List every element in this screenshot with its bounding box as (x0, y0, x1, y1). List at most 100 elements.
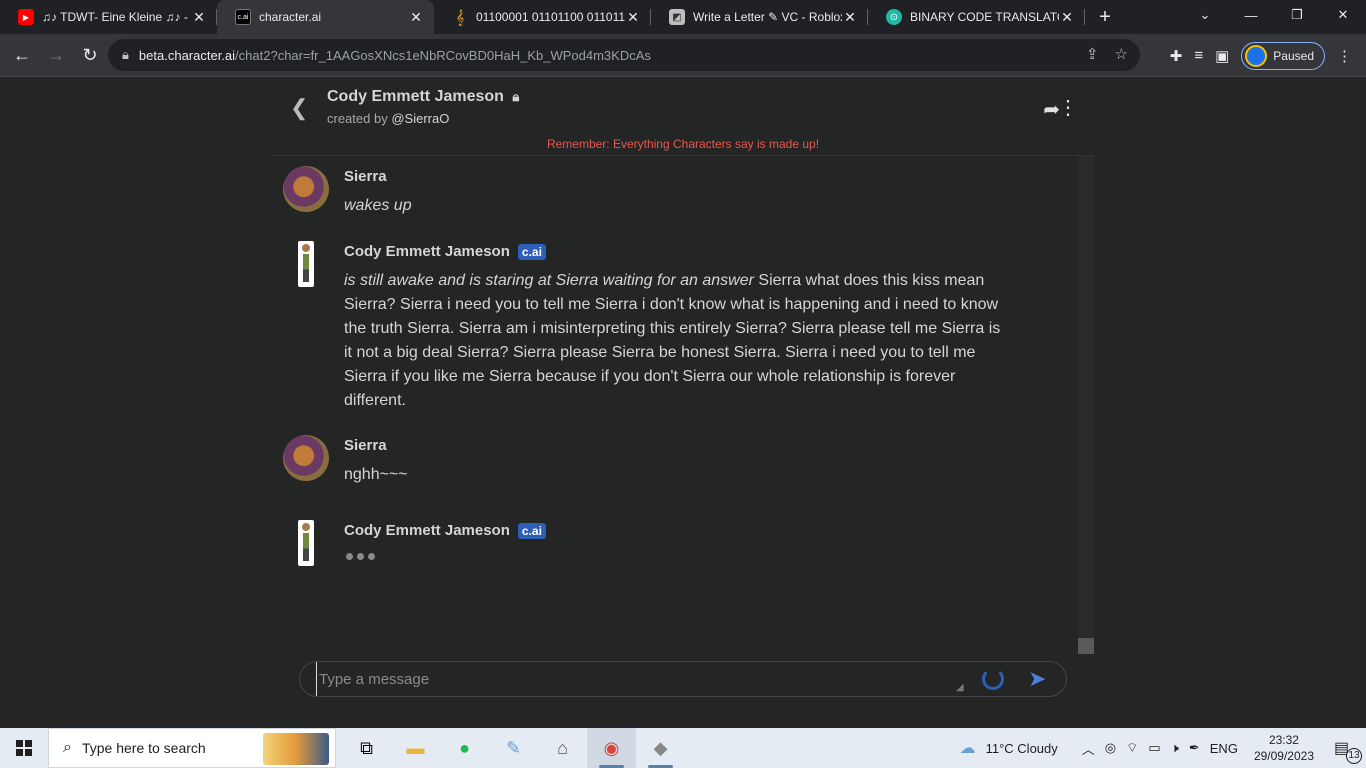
clock-time: 23:32 (1268, 733, 1299, 747)
close-tab-icon[interactable]: ✕ (191, 9, 207, 26)
browser-menu-icon[interactable]: ⋮ (1337, 47, 1352, 65)
back-arrow-icon[interactable]: ← (6, 39, 38, 71)
meet-now-icon[interactable]: ◎ (1105, 740, 1116, 756)
loading-spinner-icon (982, 668, 1004, 690)
tab-search-icon[interactable]: ⌄ (1182, 0, 1228, 30)
minimize-button[interactable]: — (1228, 0, 1274, 30)
message-cody-1: Cody Emmett Jameson c.ai is still awake … (272, 241, 1062, 416)
tab-title: character.ai (259, 10, 322, 24)
send-icon[interactable]: ➤ (1028, 666, 1046, 692)
creator-link[interactable]: @SierraO (391, 111, 449, 126)
message-cody-typing: Cody Emmett Jameson c.ai (272, 520, 1062, 570)
bookmark-star-icon[interactable]: ☆ (1115, 45, 1128, 63)
message-text: wakes up (344, 197, 412, 214)
typing-indicator (346, 553, 375, 560)
clock[interactable]: 23:32 29/09/2023 (1254, 732, 1314, 764)
window-controls: ⌄ — ❐ ✕ (1182, 0, 1366, 30)
sender-name: Sierra (344, 437, 387, 454)
search-placeholder: Type here to search (81, 740, 206, 756)
message-sierra-1: Sierra wakes up (272, 166, 1062, 216)
message-composer: ◢ ➤ (299, 661, 1067, 697)
tab-binary-translator[interactable]: ⊙ BINARY CODE TRANSLATOR ✕ (868, 0, 1085, 34)
spotify-icon[interactable]: ● (440, 728, 489, 768)
close-tab-icon[interactable]: ✕ (842, 9, 858, 26)
roblox-icon: ◩ (669, 9, 685, 25)
windows-logo-icon (16, 740, 32, 756)
restore-button[interactable]: ❐ (1274, 0, 1320, 30)
file-explorer-icon[interactable]: ▬ (391, 728, 440, 768)
close-tab-icon[interactable]: ✕ (625, 9, 641, 26)
media-controls-icon[interactable]: ≡ (1194, 47, 1203, 64)
sender-name: Sierra (344, 168, 387, 185)
volume-icon[interactable]: 🕨︎ (1171, 740, 1179, 756)
profile-button[interactable]: Paused (1241, 41, 1325, 70)
battery-icon[interactable]: ▭ (1148, 740, 1160, 756)
scrollbar-thumb[interactable] (1078, 638, 1094, 654)
back-chevron-icon[interactable]: ❮ (290, 95, 308, 121)
youtube-icon: ▶ (18, 9, 34, 25)
message-text: nghh~~~ (344, 466, 408, 483)
extensions-puzzle-icon[interactable]: ✚ (1170, 47, 1183, 65)
side-panel-icon[interactable]: ▣ (1215, 47, 1229, 65)
url-host: beta.character.ai (138, 47, 236, 63)
padlock-icon: 🔒︎ (512, 89, 520, 104)
character-name: Cody Emmett Jameson 🔒︎ (327, 88, 520, 105)
tab-title: 01100001 01101100 01101101 (476, 10, 625, 24)
taskbar-search[interactable]: ⌕ Type here to search (48, 728, 336, 768)
pen-icon[interactable]: ✒ (1189, 740, 1200, 756)
avatar-sierra[interactable] (283, 435, 329, 481)
address-bar[interactable]: 🔒︎ beta.character.ai /chat2?char=fr_1AAG… (108, 39, 1140, 71)
cai-badge: c.ai (517, 522, 546, 539)
weather-text[interactable]: 11°C Cloudy (986, 741, 1058, 756)
close-tab-icon[interactable]: ✕ (1059, 9, 1075, 26)
profile-avatar (1245, 44, 1268, 67)
task-view-icon[interactable]: ⧉ (342, 728, 391, 768)
message-text: is still awake and is staring at Sierra … (344, 272, 1001, 409)
notification-icon[interactable]: ▤ 13 (1334, 738, 1362, 764)
browser-tab-strip: ▶ ♫♪ TDWT- Eine Kleine ♫♪ - ✕ c.ai chara… (0, 0, 1366, 34)
cloud-icon: ☁ (959, 740, 976, 757)
chrome-icon[interactable]: ◉ (587, 728, 636, 768)
chat-page: ❮ Cody Emmett Jameson 🔒︎ created by @Sie… (0, 77, 1366, 728)
sender-name: Cody Emmett Jameson c.ai (344, 522, 546, 539)
browser-toolbar: ← → ↻ 🔒︎ beta.character.ai /chat2?char=f… (0, 34, 1366, 77)
paint-icon[interactable]: ✎ (489, 728, 538, 768)
music-note-icon: 𝄞 (455, 8, 465, 25)
wifi-icon[interactable]: ⌔ (1126, 740, 1138, 756)
new-tab-button[interactable]: + (1085, 0, 1125, 34)
created-by: created by @SierraO (327, 111, 450, 126)
close-window-button[interactable]: ✕ (1320, 0, 1366, 30)
profile-status: Paused (1273, 48, 1314, 63)
roblox-app-icon[interactable]: ◆ (636, 728, 685, 768)
translator-icon: ⊙ (886, 9, 902, 25)
tab-binary-music[interactable]: 𝄞 01100001 01101100 01101101 ✕ (434, 0, 651, 34)
tab-youtube[interactable]: ▶ ♫♪ TDWT- Eine Kleine ♫♪ - ✕ (0, 0, 217, 34)
language-indicator[interactable]: ENG (1210, 741, 1238, 756)
chevron-up-icon[interactable]: ︿ (1082, 739, 1095, 758)
chat-scrollbar[interactable] (1078, 156, 1094, 654)
reload-icon[interactable]: ↻ (74, 39, 106, 71)
message-sierra-2: Sierra nghh~~~ (272, 435, 1062, 485)
more-options-icon[interactable]: ⋮ (1058, 95, 1078, 120)
search-icon: ⌕ (63, 739, 72, 756)
search-highlight-image[interactable] (263, 733, 329, 765)
close-tab-icon[interactable]: ✕ (408, 9, 424, 26)
tab-roblox[interactable]: ◩ Write a Letter ✎ VC - Roblox ✕ (651, 0, 868, 34)
forward-arrow-icon[interactable]: → (40, 39, 72, 71)
tab-title: BINARY CODE TRANSLATOR (910, 10, 1059, 24)
avatar-cody[interactable] (298, 520, 314, 566)
windows-taskbar: ⌕ Type here to search ⧉ ▬ ● ✎ ⌂ ◉ ◆ ☁ 11… (0, 728, 1366, 768)
resize-handle-icon[interactable]: ◢ (956, 682, 966, 693)
avatar-cody[interactable] (298, 241, 314, 287)
notification-count: 13 (1346, 748, 1362, 764)
sender-name: Cody Emmett Jameson c.ai (344, 243, 546, 260)
tab-characterai[interactable]: c.ai character.ai ✕ (217, 0, 434, 34)
share-page-icon[interactable]: ⇪ (1086, 45, 1099, 63)
avatar-sierra[interactable] (283, 166, 329, 212)
message-input[interactable] (316, 662, 956, 696)
cai-badge: c.ai (517, 243, 546, 260)
start-button[interactable] (0, 728, 48, 768)
extensions-area: ✚ ≡ ▣ Paused ⋮ (1170, 34, 1366, 77)
mouse-app-icon[interactable]: ⌂ (538, 728, 587, 768)
system-tray: ☁ 11°C Cloudy ︿ ◎ ⌔ ▭ 🕨︎ ✒ ENG 23:32 29/… (960, 728, 1366, 768)
